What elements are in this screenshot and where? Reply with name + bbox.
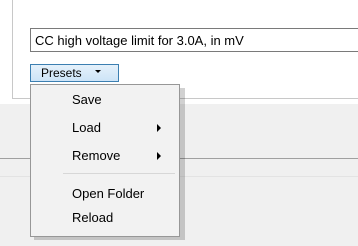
- menu-item-label: Save: [72, 92, 102, 107]
- chevron-down-icon: [95, 70, 101, 73]
- menu-item-open-folder[interactable]: Open Folder: [33, 183, 177, 205]
- menu-item-label: Open Folder: [72, 186, 145, 201]
- menu-item-label: Reload: [72, 210, 114, 225]
- menu-item-remove[interactable]: Remove: [33, 145, 177, 167]
- submenu-arrow-icon: [157, 124, 161, 132]
- submenu-arrow-icon: [157, 152, 161, 160]
- menu-item-save[interactable]: Save: [33, 89, 177, 111]
- menu-item-load[interactable]: Load: [33, 117, 177, 139]
- menu-item-reload[interactable]: Reload: [33, 207, 177, 229]
- menu-item-label: Remove: [72, 148, 121, 163]
- menu-item-label: Load: [72, 120, 101, 135]
- presets-button-label: Presets: [41, 66, 82, 80]
- presets-context-menu: Save Load Remove Open Folder Reload: [30, 84, 180, 237]
- presets-button[interactable]: Presets: [30, 64, 119, 82]
- menu-separator: [63, 173, 175, 174]
- description-text: CC high voltage limit for 3.0A, in mV: [35, 33, 244, 48]
